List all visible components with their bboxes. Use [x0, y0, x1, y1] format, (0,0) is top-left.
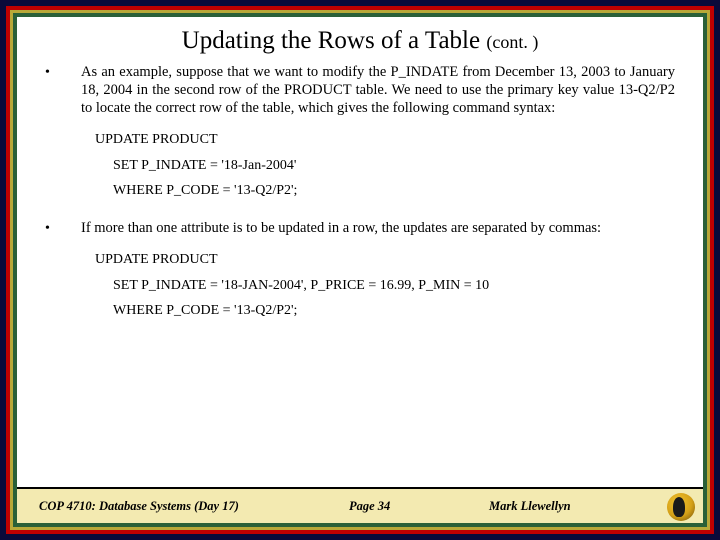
- bullet-marker: •: [45, 63, 81, 117]
- ucf-logo-icon: [667, 493, 695, 521]
- slide-footer: COP 4710: Database Systems (Day 17) Page…: [17, 487, 703, 523]
- code-line: UPDATE PRODUCT: [95, 247, 675, 272]
- bullet-text: As an example, suppose that we want to m…: [81, 63, 675, 117]
- footer-page: Page 34: [349, 499, 489, 514]
- code-line: SET P_INDATE = '18-JAN-2004', P_PRICE = …: [113, 273, 675, 298]
- frame-outer: Updating the Rows of a Table (cont. ) • …: [0, 0, 720, 540]
- slide: Updating the Rows of a Table (cont. ) • …: [17, 17, 703, 523]
- code-line: WHERE P_CODE = '13-Q2/P2';: [113, 298, 675, 323]
- frame-green: Updating the Rows of a Table (cont. ) • …: [13, 13, 707, 527]
- bullet-marker: •: [45, 219, 81, 238]
- footer-author: Mark Llewellyn: [489, 499, 693, 514]
- code-line: UPDATE PRODUCT: [95, 127, 675, 152]
- code-line: WHERE P_CODE = '13-Q2/P2';: [113, 178, 675, 203]
- footer-course: COP 4710: Database Systems (Day 17): [39, 499, 349, 514]
- slide-content: • As an example, suppose that we want to…: [17, 63, 703, 487]
- bullet-text: If more than one attribute is to be upda…: [81, 219, 675, 238]
- code-block-1: UPDATE PRODUCT SET P_INDATE = '18-Jan-20…: [95, 127, 675, 203]
- title-main: Updating the Rows of a Table: [182, 27, 487, 54]
- code-block-2: UPDATE PRODUCT SET P_INDATE = '18-JAN-20…: [95, 247, 675, 323]
- frame-yellow: Updating the Rows of a Table (cont. ) • …: [10, 10, 710, 530]
- logo-pegasus: [673, 497, 685, 517]
- code-line: SET P_INDATE = '18-Jan-2004': [113, 153, 675, 178]
- title-cont: (cont. ): [486, 32, 538, 52]
- logo-circle: [667, 493, 695, 521]
- bullet-item: • If more than one attribute is to be up…: [45, 219, 675, 238]
- frame-red: Updating the Rows of a Table (cont. ) • …: [6, 6, 714, 534]
- slide-title: Updating the Rows of a Table (cont. ): [17, 17, 703, 63]
- bullet-item: • As an example, suppose that we want to…: [45, 63, 675, 117]
